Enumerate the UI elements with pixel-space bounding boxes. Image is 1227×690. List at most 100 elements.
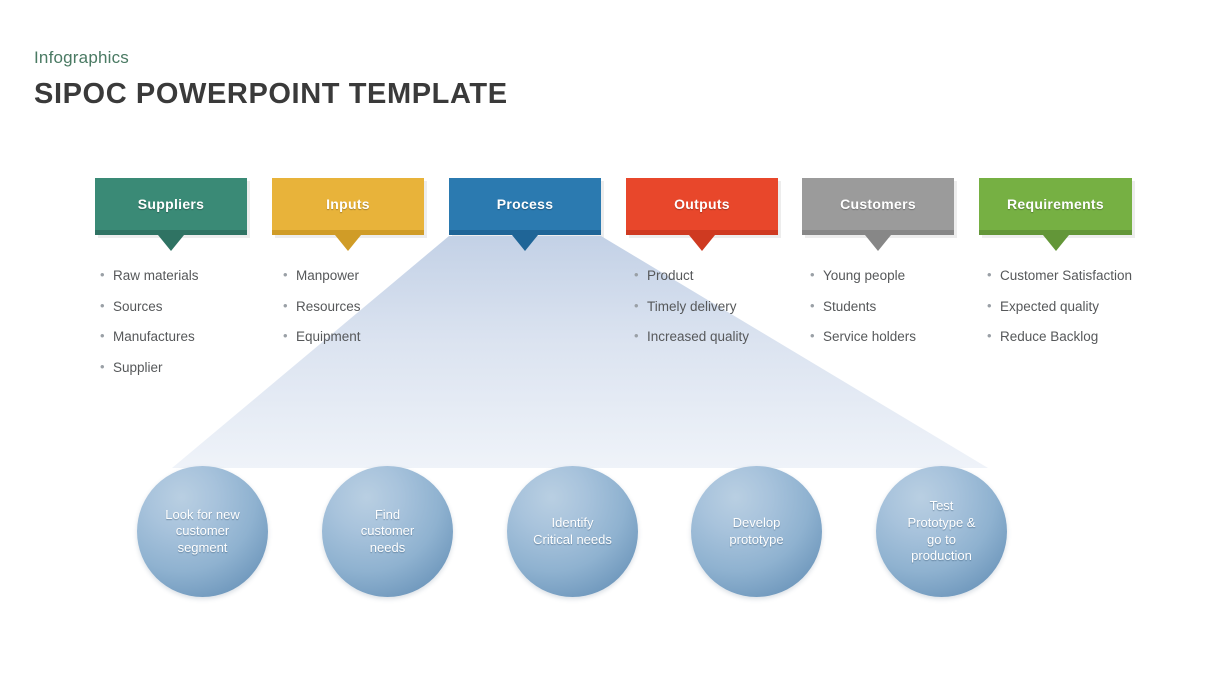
process-step-line: Develop <box>732 514 781 530</box>
process-step-line: Prototype & <box>907 514 976 530</box>
list-item: • Supplier <box>100 358 265 378</box>
list-item-label: Young people <box>823 268 906 283</box>
list-item: • Increased quality <box>634 327 809 347</box>
list-item-label: Customer Satisfaction <box>1000 268 1133 283</box>
banner-label-outputs: Outputs <box>674 195 730 212</box>
banner-body: Process <box>449 178 601 235</box>
process-step-circle[interactable]: Develop prototype <box>691 466 822 597</box>
process-step-label: Find customer needs <box>351 507 424 557</box>
list-item: • Raw materials <box>100 266 265 286</box>
process-step-circle[interactable]: Look for new customer segment <box>137 466 268 597</box>
list-item-label: Increased quality <box>647 329 750 345</box>
banner-body: Outputs <box>626 178 778 235</box>
list-item: • Product <box>634 266 809 286</box>
bullet-list-requirements: • Customer Satisfaction • Expected quality •… <box>987 266 1137 358</box>
process-step-label: Identify Critical needs <box>523 515 622 548</box>
banner-label-process: Process <box>496 195 554 212</box>
process-step-circle[interactable]: Identify Critical needs <box>507 466 638 597</box>
list-item-label: Equipment <box>296 329 361 345</box>
process-step-circle[interactable]: Find customer needs <box>322 466 453 597</box>
list-item: • Customer Satisfaction <box>987 266 1137 286</box>
bullet-dot-icon: • <box>283 267 288 282</box>
list-item-label: Expected quality <box>1000 298 1100 314</box>
list-item: • Reduce Backlog <box>987 327 1137 347</box>
list-item-label: Product <box>647 268 694 283</box>
list-item: • Timely delivery <box>634 297 809 317</box>
bullet-list-suppliers: • Raw materials • Sources • Manufactures • Supp… <box>100 266 265 388</box>
bullet-dot-icon: • <box>987 297 992 313</box>
banner-pointer-suppliers <box>158 235 184 251</box>
banner-process[interactable]: Process <box>449 178 604 251</box>
banner-label-suppliers: Suppliers <box>137 195 205 212</box>
process-step-line: Find <box>374 506 401 522</box>
list-item-label: Manufactures <box>113 329 195 345</box>
process-step-line: Test <box>929 498 954 514</box>
list-item: • Resources <box>283 297 448 317</box>
bullet-list-inputs: • Manpower • Resources • Equipment <box>283 266 448 358</box>
process-step-line: production <box>911 548 972 564</box>
process-step-line: prototype <box>729 531 784 547</box>
banner-suppliers[interactable]: Suppliers <box>95 178 250 251</box>
banner-pointer-process <box>512 235 538 251</box>
list-item: • Manpower <box>283 266 448 286</box>
banner-pointer-customers <box>865 235 891 251</box>
list-item-label: Raw materials <box>113 268 199 283</box>
list-item-label: Supplier <box>113 359 163 375</box>
banner-outputs[interactable]: Outputs <box>626 178 781 251</box>
process-step-line: needs <box>369 539 406 555</box>
process-step-label: Develop prototype <box>719 515 793 548</box>
list-item-label: Sources <box>113 298 163 314</box>
bullet-dot-icon: • <box>283 328 288 344</box>
process-step-line: go to <box>927 531 956 547</box>
process-step-line: customer <box>360 523 415 539</box>
process-step-circle[interactable]: Test Prototype & go to production <box>876 466 1007 597</box>
bullet-list-outputs: • Product • Timely delivery • Increased quali… <box>634 266 809 358</box>
process-step-line: Look for new <box>165 506 240 522</box>
bullet-dot-icon: • <box>987 328 992 344</box>
bullet-dot-icon: • <box>100 297 105 313</box>
list-item: • Students <box>810 297 985 317</box>
kicker-label: Infographics <box>34 48 130 67</box>
list-item-label: Service holders <box>823 329 917 345</box>
list-item: • Expected quality <box>987 297 1137 317</box>
list-item-label: Resources <box>296 298 361 314</box>
banner-body: Suppliers <box>95 178 247 235</box>
banner-inputs[interactable]: Inputs <box>272 178 427 251</box>
list-item-label: Manpower <box>296 268 360 283</box>
bullet-list-customers: • Young people • Students • Service holders <box>810 266 985 358</box>
list-item: • Sources <box>100 297 265 317</box>
list-item-label: Reduce Backlog <box>1000 329 1099 345</box>
banner-body: Requirements <box>979 178 1132 235</box>
list-item-label: Students <box>823 298 877 314</box>
list-item-label: Timely delivery <box>647 298 737 314</box>
list-item: • Young people <box>810 266 985 286</box>
list-item: • Manufactures <box>100 327 265 347</box>
bullet-dot-icon: • <box>634 267 639 282</box>
list-item: • Service holders <box>810 327 985 347</box>
banner-label-customers: Customers <box>840 195 916 212</box>
bullet-dot-icon: • <box>810 267 815 282</box>
bullet-dot-icon: • <box>810 297 815 313</box>
slide-canvas: Infographics SIPOC POWERPOINT TEMPLATE S… <box>0 0 1227 690</box>
bullet-dot-icon: • <box>283 297 288 313</box>
process-step-label: Test Prototype & go to production <box>898 498 986 565</box>
banner-customers[interactable]: Customers <box>802 178 957 251</box>
banner-label-requirements: Requirements <box>1007 195 1104 212</box>
process-step-label: Look for new customer segment <box>155 507 249 557</box>
process-step-line: Critical needs <box>533 531 612 547</box>
bullet-dot-icon: • <box>987 267 992 282</box>
bullet-dot-icon: • <box>100 328 105 344</box>
process-step-line: segment <box>177 539 228 555</box>
bullet-dot-icon: • <box>634 297 639 313</box>
banner-requirements[interactable]: Requirements <box>979 178 1135 251</box>
page-title: SIPOC POWERPOINT TEMPLATE <box>34 78 508 110</box>
list-item: • Equipment <box>283 327 448 347</box>
banner-body: Customers <box>802 178 954 235</box>
bullet-dot-icon: • <box>100 267 105 282</box>
banner-pointer-outputs <box>689 235 715 251</box>
process-step-line: Identify <box>551 514 594 530</box>
bullet-dot-icon: • <box>810 328 815 344</box>
process-step-line: customer <box>175 523 230 539</box>
banner-pointer-requirements <box>1042 235 1069 251</box>
banner-pointer-inputs <box>335 235 361 251</box>
